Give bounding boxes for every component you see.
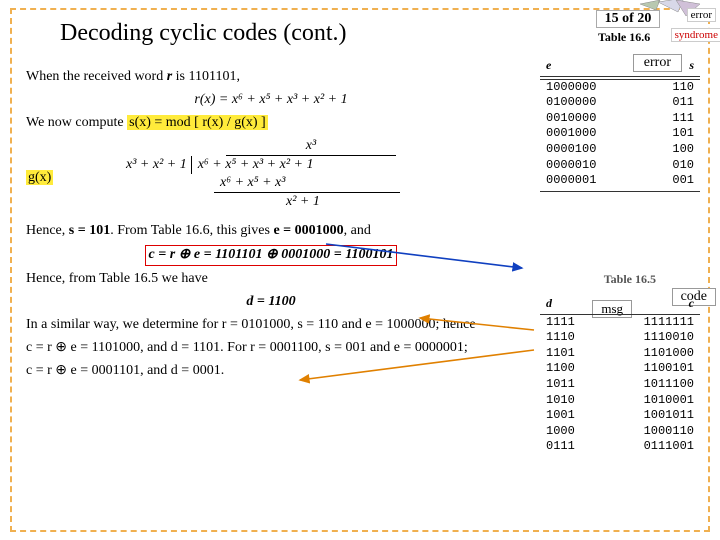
table-row: 0100000011 (540, 95, 700, 111)
table-165-label: Table 16.5 (604, 272, 656, 287)
table-row: 11111111111 (540, 315, 700, 331)
slide-body: When the received word r is 1101101, r(x… (26, 64, 516, 385)
table-row: 01110111001 (540, 439, 700, 455)
table-row: 10011001011 (540, 408, 700, 424)
similar-line-1: In a similar way, we determine for r = 0… (26, 316, 516, 335)
divisor: x³ + x² + 1 (126, 156, 192, 174)
c-formula-redbox: c = r ⊕ e = 1101101 ⊕ 0001000 = 1100101 (145, 245, 398, 266)
table-row: 10111011100 (540, 377, 700, 393)
sx-formula-highlight: s(x) = mod [ r(x) / g(x) ] (127, 115, 268, 130)
similar-line-3: c = r ⊕ e = 0001101, and d = 0001. (26, 362, 516, 381)
table-row: 11001100101 (540, 361, 700, 377)
table-row: 0010000111 (540, 111, 700, 127)
table-row: 10001000110 (540, 424, 700, 440)
table-row: 1000000110 (540, 80, 700, 96)
rx-polynomial: r(x) = x⁶ + x⁵ + x³ + x² + 1 (26, 91, 516, 110)
t166-col-e: e (546, 58, 551, 74)
hence-s-line: Hence, s = 101. From Table 16.6, this gi… (26, 222, 516, 241)
polynomial-long-division: x³ x³ + x² + 1 x⁶ + x⁵ + x³ + x² + 1 x⁶ … (126, 137, 406, 212)
slide-title: Decoding cyclic codes (cont.) (60, 20, 347, 47)
hence-165-line: Hence, from Table 16.5 we have (26, 270, 516, 289)
table-row: 0000010010 (540, 158, 700, 174)
table-16-6: e s 1000000110 0100000011 0010000111 000… (540, 58, 700, 192)
page-indicator: 15 of 20 (596, 10, 660, 28)
table-16-5: d c 11111111111 11101110010 11011101000 … (540, 296, 700, 455)
table-row: 0001000101 (540, 126, 700, 142)
c-formula: c = r ⊕ e = 1101101 ⊕ 0001000 = 1100101 (26, 245, 516, 266)
table-row: 0000001001 (540, 173, 700, 189)
similar-line-2: c = r ⊕ e = 1101000, and d = 1101. For r… (26, 339, 516, 358)
subtraction-step: x⁶ + x⁵ + x³ (214, 174, 400, 193)
d-formula: d = 1100 (26, 293, 516, 312)
dividend: x⁶ + x⁵ + x³ + x² + 1 (192, 156, 314, 174)
t166-col-s: s (689, 58, 694, 74)
quotient: x³ (226, 137, 396, 156)
t165-col-d: d (546, 296, 552, 312)
syndrome-header-tag: syndrome (671, 28, 720, 42)
table-row: 0000100100 (540, 142, 700, 158)
table-row: 10101010001 (540, 393, 700, 409)
remainder: x² + 1 (286, 193, 406, 211)
table-row: 11101110010 (540, 330, 700, 346)
error-header-tag: error (687, 8, 716, 22)
compute-line: We now compute s(x) = mod [ r(x) / g(x) … (26, 114, 516, 133)
received-word-line: When the received word r is 1101101, (26, 68, 516, 87)
t165-col-c: c (689, 296, 694, 312)
table-row: 11011101000 (540, 346, 700, 362)
